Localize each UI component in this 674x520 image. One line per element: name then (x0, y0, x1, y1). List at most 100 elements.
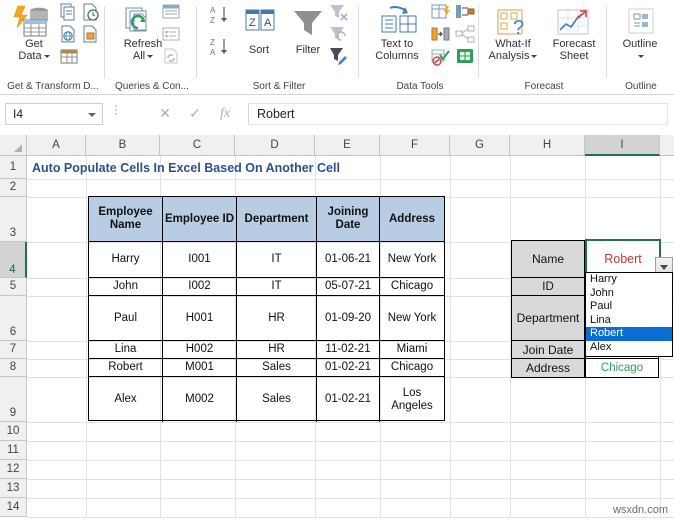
lookup-label-department: Department (511, 295, 585, 341)
chevron-down-icon (531, 54, 538, 58)
formula-bar: I4 ⋮ ✕ ✓ fx Robert (0, 96, 674, 134)
confirm-icon[interactable]: ✓ (182, 103, 208, 125)
forecast-sheet-icon (556, 8, 592, 43)
formula-value: Robert (257, 107, 295, 121)
column-header-c[interactable]: C (160, 135, 235, 156)
column-header-a[interactable]: A (27, 135, 86, 156)
table-cell: 05-07-21 (317, 278, 380, 296)
existing-connections-icon[interactable] (58, 46, 80, 71)
ribbon-group-label: Get & Transform D... (7, 81, 99, 92)
text-to-columns-icon (378, 6, 420, 41)
row-header-13[interactable]: 13 (0, 479, 27, 498)
select-all-corner[interactable] (0, 135, 27, 156)
row-header-1[interactable]: 1 (0, 156, 27, 179)
formula-input[interactable]: Robert (248, 103, 668, 125)
table-cell: Harry (89, 242, 163, 278)
ribbon-group-queries: Refresh All Queries & Con... (106, 0, 198, 94)
spreadsheet-grid: A B C D E F G H I 1 2 3 4 5 6 7 8 9 10 1… (0, 135, 674, 520)
table-cell: John (89, 278, 163, 296)
row-header-2[interactable]: 2 (0, 179, 27, 197)
what-if-icon: ? (496, 8, 532, 43)
column-header-i[interactable]: I (585, 135, 660, 156)
row-header-10[interactable]: 10 (0, 422, 27, 441)
manage-model-icon[interactable] (454, 46, 476, 71)
dropdown-option-selected[interactable]: Robert (586, 327, 672, 341)
advanced-filter-icon[interactable] (328, 46, 350, 71)
watermark: wsxdn.com (612, 504, 668, 516)
table-cell: I001 (163, 242, 237, 278)
table-cell: IT (237, 278, 317, 296)
dropdown-option[interactable]: Alex (586, 341, 672, 355)
divider (358, 6, 359, 78)
chevron-down-icon (638, 54, 644, 58)
table-cell: I002 (163, 278, 237, 296)
row-header-8[interactable]: 8 (0, 359, 27, 377)
chevron-down-icon[interactable] (88, 113, 96, 117)
table-cell: New York (380, 296, 444, 341)
table-cell: New York (380, 242, 444, 278)
lookup-value-address[interactable]: Chicago (585, 358, 659, 378)
row-header-5[interactable]: 5 (0, 278, 27, 296)
cancel-icon[interactable]: ✕ (152, 103, 178, 125)
dropdown-list[interactable]: Harry John Paul Lina Robert Alex (585, 272, 673, 357)
svg-text:Z: Z (210, 16, 215, 25)
dropdown-option[interactable]: John (586, 287, 672, 301)
table-cell: Chicago (380, 278, 444, 296)
row-header-11[interactable]: 11 (0, 441, 27, 460)
sort-button[interactable]: Sort (238, 44, 280, 56)
table-cell: Paul (89, 296, 163, 341)
from-table-icon[interactable] (80, 24, 100, 49)
column-header-g[interactable]: G (450, 135, 510, 156)
sort-az-icon[interactable]: A Z (208, 4, 234, 31)
gridline (27, 498, 674, 499)
filter-icon (290, 8, 326, 43)
refresh-all-icon (122, 6, 164, 41)
table-cell: 01-02-21 (317, 359, 380, 377)
table-cell: H001 (163, 296, 237, 341)
dropdown-option[interactable]: Paul (586, 300, 672, 314)
name-box[interactable]: I4 (5, 103, 103, 125)
column-header-d[interactable]: D (235, 135, 315, 156)
outline-button[interactable]: Outline (614, 38, 666, 62)
svg-text:?: ? (513, 17, 524, 38)
dropdown-option[interactable]: Harry (586, 273, 672, 287)
ribbon-group-forecast: What-If Analysis ? Forecast Sheet Foreca… (480, 0, 608, 94)
row-header-9[interactable]: 9 (0, 377, 27, 422)
formula-bar-handle[interactable]: ⋮ (110, 104, 122, 116)
gridline (27, 479, 674, 480)
row-header-4[interactable]: 4 (0, 242, 27, 278)
lookup-label-address: Address (511, 358, 585, 378)
gridline (27, 179, 674, 180)
row-header-12[interactable]: 12 (0, 460, 27, 479)
table-cell: Sales (237, 359, 317, 377)
text-to-columns-button[interactable]: Text to Columns (364, 38, 430, 62)
table-header-cell: Employee ID (163, 197, 237, 242)
row-header-14[interactable]: 14 (0, 498, 27, 517)
svg-text:A: A (210, 6, 216, 15)
table-header-cell: Address (380, 197, 444, 242)
table-header-cell: Joining Date (317, 197, 380, 242)
column-header-e[interactable]: E (315, 135, 380, 156)
dropdown-option[interactable]: Lina (586, 314, 672, 328)
row-header-6[interactable]: 6 (0, 296, 27, 341)
table-cell: 11-02-21 (317, 341, 380, 359)
column-header-b[interactable]: B (86, 135, 160, 156)
column-header-h[interactable]: H (510, 135, 585, 156)
table-cell: IT (237, 242, 317, 278)
table-cell: 01-02-21 (317, 377, 380, 422)
divider (104, 6, 105, 78)
filter-button[interactable]: Filter (286, 44, 330, 56)
data-validation-icon[interactable] (430, 46, 466, 71)
row-header-3[interactable]: 3 (0, 197, 27, 242)
outline-icon (626, 6, 656, 41)
fx-icon[interactable]: fx (212, 103, 238, 125)
column-header-f[interactable]: F (380, 135, 450, 156)
sort-za-icon[interactable]: Z A (208, 36, 234, 63)
table-header-cell: Department (237, 197, 317, 242)
employee-table: Employee Name Employee ID Department Joi… (88, 196, 445, 422)
edit-links-icon[interactable] (160, 46, 182, 71)
svg-text:Z: Z (249, 17, 256, 29)
ribbon: Get Data Get & Transform D... Refresh Al… (0, 0, 674, 95)
row-header-7[interactable]: 7 (0, 341, 27, 359)
column-header-j[interactable] (660, 135, 674, 156)
